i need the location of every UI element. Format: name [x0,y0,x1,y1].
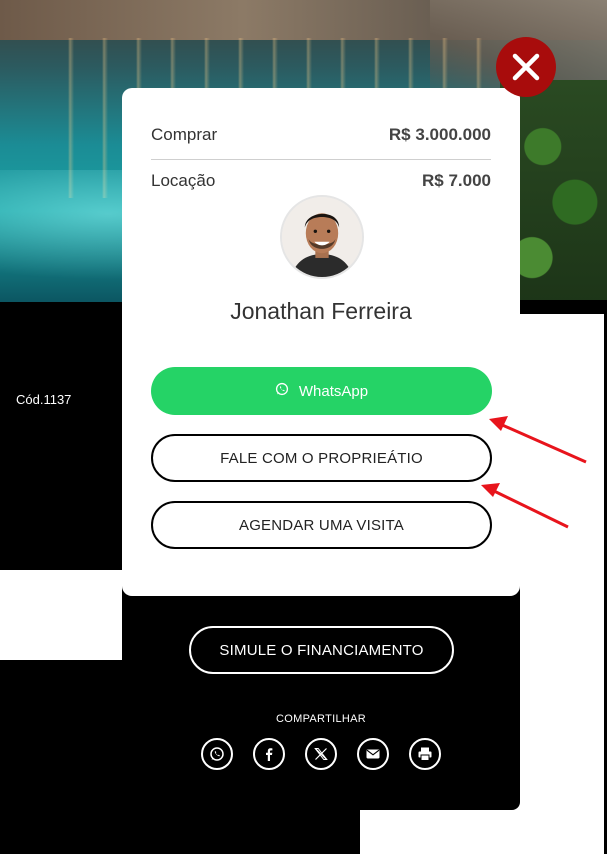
agent-name: Jonathan Ferreira [230,298,412,324]
contact-owner-label: FALE COM O PROPRIEÁTIO [220,449,423,467]
schedule-visit-label: AGENDAR UMA VISITA [238,516,405,534]
contact-owner-button[interactable]: FALE COM O PROPRIEÁTIO [151,434,492,482]
whatsapp-icon [275,382,289,400]
schedule-visit-button[interactable]: AGENDAR UMA VISITA [151,501,492,549]
price-label-buy: Comprar [151,125,218,144]
price-value-buy: R$ 3.000.000 [388,125,491,144]
financing-button[interactable]: SIMULE O FINANCIAMENTO [189,626,454,674]
share-whatsapp-button[interactable] [201,738,233,770]
price-divider [151,159,491,160]
whatsapp-button[interactable]: WhatsApp [151,367,492,415]
facebook-icon [266,748,273,761]
share-label: COMPARTILHAR [276,713,366,725]
contact-modal: Comprar R$ 3.000.000 Locação R$ 7.000 Jo… [122,88,520,596]
modal-footer [122,580,520,810]
agent-photo [282,197,362,277]
print-icon [418,747,432,761]
price-label-rent: Locação [151,171,216,190]
whatsapp-button-label: WhatsApp [298,382,369,400]
share-facebook-button[interactable] [253,738,285,770]
whatsapp-icon [210,747,224,761]
info-panel-left [0,302,122,570]
financing-label: SIMULE O FINANCIAMENTO [219,641,424,659]
page: Cód.1137 Comprar R$ 3.000.000 Locação R$… [0,0,607,854]
share-print-button[interactable] [409,738,441,770]
price-value-rent: R$ 7.000 [422,171,491,190]
x-icon [314,748,328,760]
price-row-buy: Comprar R$ 3.000.000 [151,125,491,145]
share-buttons [201,738,441,770]
share-email-button[interactable] [357,738,389,770]
property-code: Cód.1137 [16,392,72,407]
email-icon [366,749,380,759]
close-icon [512,53,540,81]
info-panel-right-edge [520,300,607,314]
share-x-button[interactable] [305,738,337,770]
close-button[interactable] [496,37,556,97]
agent-avatar [280,195,364,279]
price-row-rent: Locação R$ 7.000 [151,171,491,191]
